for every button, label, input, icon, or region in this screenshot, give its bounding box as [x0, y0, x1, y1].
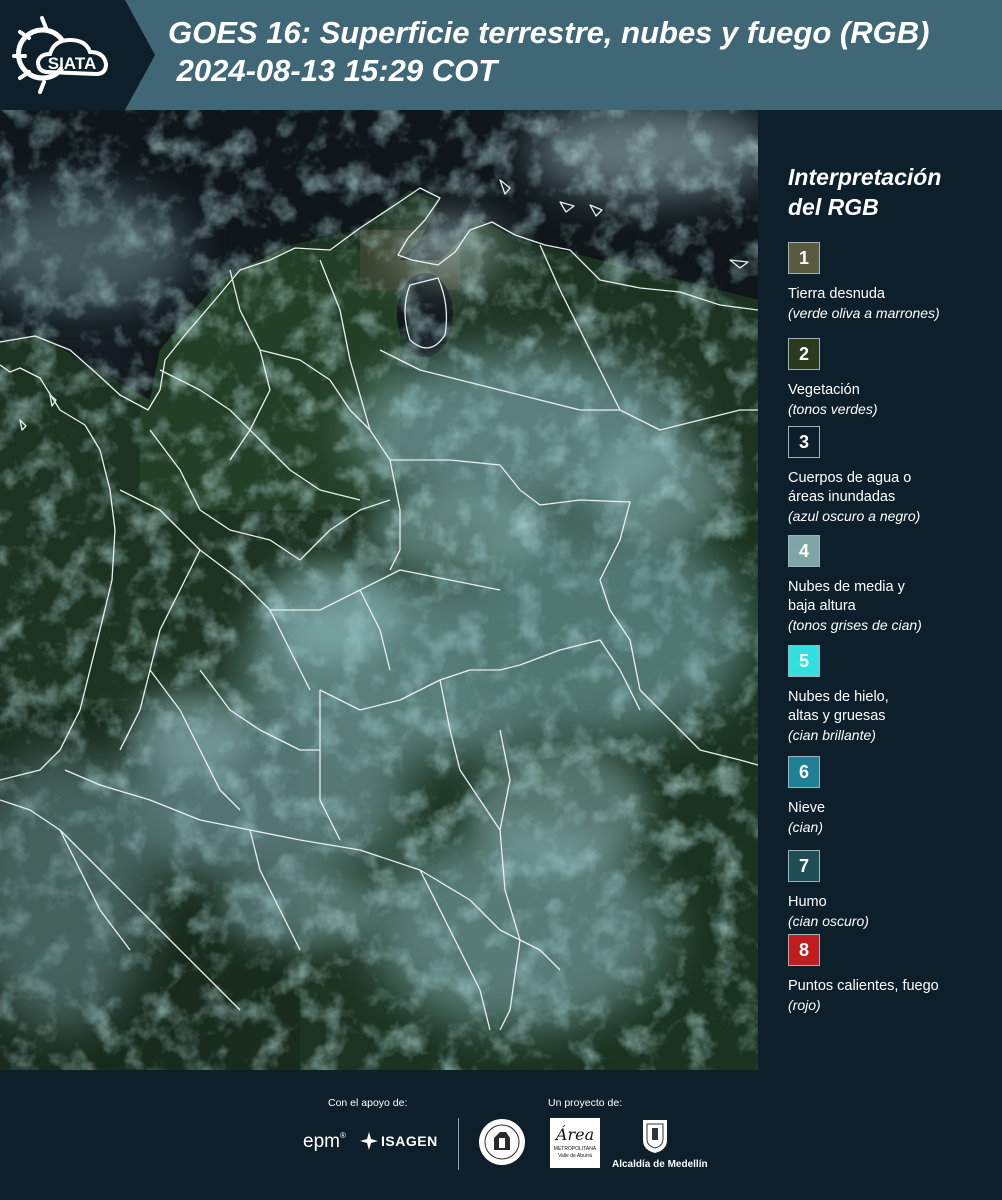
legend-label: Nubes de hielo, altas y gruesas	[788, 689, 889, 724]
area-logo-sub2: Valle de Aburrá	[558, 1153, 592, 1159]
satellite-image	[0, 110, 758, 1070]
legend-swatch: 1	[788, 242, 820, 274]
legend-item: 4 Nubes de media y baja altura (tonos grise…	[788, 535, 998, 635]
legend-sublabel: (azul oscuro a negro)	[788, 508, 921, 524]
university-seal-icon	[479, 1119, 525, 1165]
legend-swatch: 8	[788, 934, 820, 966]
epm-logo: epm®	[303, 1131, 346, 1152]
footer: Con el apoyo de: Un proyecto de: epm® IS…	[0, 1070, 1002, 1200]
isagen-logo: ISAGEN	[360, 1132, 438, 1150]
siata-logo-icon: SIATA	[12, 16, 109, 94]
legend-label: Tierra desnuda	[788, 286, 885, 302]
legend-label: Puntos calientes, fuego	[788, 978, 939, 994]
logo-arrow	[125, 0, 155, 110]
isagen-logo-text: ISAGEN	[381, 1133, 438, 1149]
legend-swatch: 5	[788, 645, 820, 677]
legend-label: Humo	[788, 894, 827, 910]
legend-label: Cuerpos de agua o áreas inundadas	[788, 470, 912, 505]
legend-swatch: 4	[788, 535, 820, 567]
area-metropolitana-logo: Área METROPOLITANA Valle de Aburrá	[550, 1118, 600, 1168]
alcaldia-shield-icon	[643, 1120, 667, 1153]
legend-title: Interpretación del RGB	[788, 164, 942, 220]
legend-swatch: 6	[788, 756, 820, 788]
legend-sublabel: (cian brillante)	[788, 727, 876, 743]
legend-item: 1 Tierra desnuda (verde oliva a marrones)	[788, 242, 998, 323]
header-bar: SIATA GOES 16: Superficie terrestre, nub…	[0, 0, 1002, 110]
legend-item: 5 Nubes de hielo, altas y gruesas (cian bri…	[788, 645, 998, 745]
legend-label: Nieve	[788, 800, 826, 816]
legend-item: 6 Nieve (cian)	[788, 756, 998, 837]
epm-logo-text: epm	[303, 1131, 340, 1152]
area-logo-sub: METROPOLITANA	[553, 1146, 597, 1152]
project-label: Un proyecto de:	[548, 1097, 623, 1109]
legend-sublabel: (cian oscuro)	[788, 913, 869, 929]
legend-sublabel: (verde oliva a marrones)	[788, 305, 940, 321]
title-line-1: GOES 16: Superficie terrestre, nubes y f…	[168, 15, 930, 50]
legend-swatch: 7	[788, 850, 820, 882]
legend-label: Vegetación	[788, 382, 860, 398]
legend-swatch: 3	[788, 426, 820, 458]
legend-label: Nubes de media y baja altura	[788, 579, 905, 614]
legend-sublabel: (tonos grises de cian)	[788, 617, 922, 633]
legend-sublabel: (tonos verdes)	[788, 401, 878, 417]
legend-item: 8 Puntos calientes, fuego (rojo)	[788, 934, 998, 1015]
legend-item: 3 Cuerpos de agua o áreas inundadas (azul o…	[788, 426, 998, 526]
title-line-2: 2024-08-13 15:29 COT	[168, 53, 498, 88]
alcaldia-logo-text: Alcaldía de Medellín	[612, 1159, 708, 1170]
legend-item: 2 Vegetación (tonos verdes)	[788, 338, 998, 419]
legend-sublabel: (cian)	[788, 819, 824, 835]
area-logo-text: Área	[555, 1125, 595, 1144]
satellite-map[interactable]	[0, 110, 758, 1070]
logo-area: SIATA	[0, 0, 125, 110]
legend-swatch: 2	[788, 338, 820, 370]
footer-divider	[458, 1118, 459, 1170]
legend-sublabel: (rojo)	[788, 997, 821, 1013]
support-label: Con el apoyo de:	[328, 1097, 408, 1109]
legend-panel: Interpretación del RGB 1 Tierra desnuda (ve…	[758, 110, 1002, 1070]
legend-item: 7 Humo (cian oscuro)	[788, 850, 998, 931]
page-title: GOES 16: Superficie terrestre, nubes y f…	[168, 14, 998, 90]
siata-logo-text: SIATA	[48, 54, 96, 73]
isagen-star-icon	[360, 1132, 378, 1150]
